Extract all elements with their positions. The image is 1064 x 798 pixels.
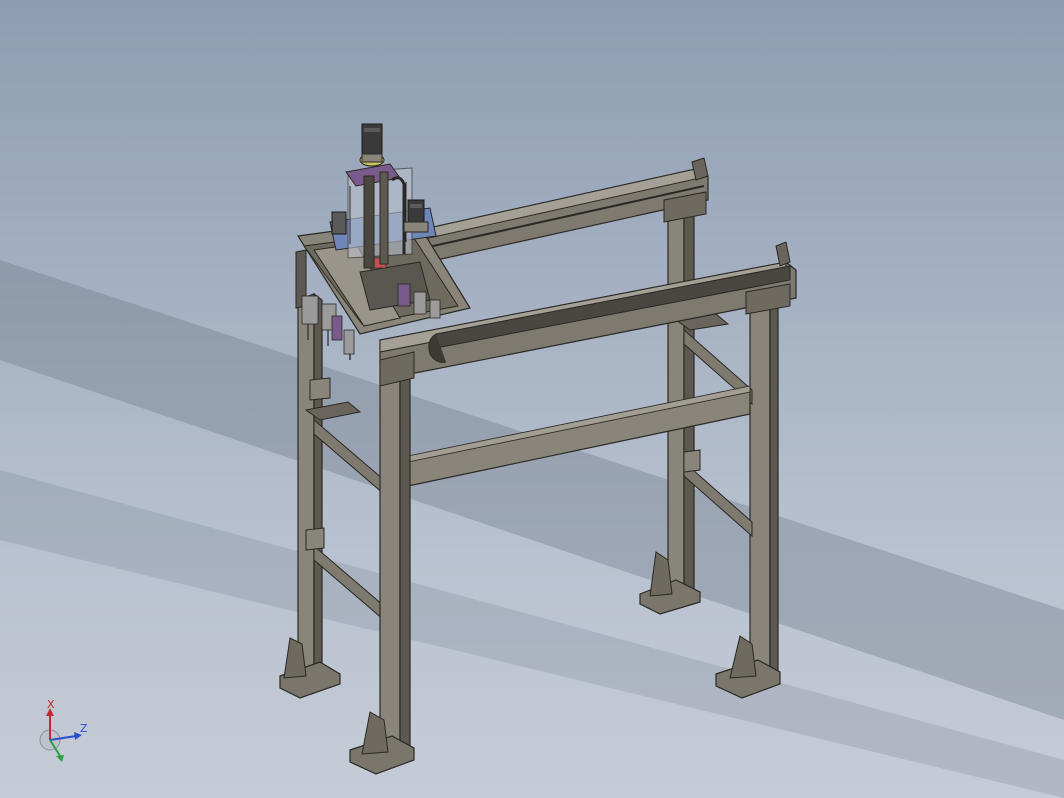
- front-right-leg: [715, 290, 781, 699]
- axis-triad: X Z: [39, 700, 88, 762]
- gantry-model[interactable]: [0, 0, 1064, 798]
- z-axis-label: Z: [80, 722, 88, 735]
- rear-left-leg: [279, 292, 341, 699]
- z-axis-servo-motor: [359, 123, 385, 167]
- x-axis-motor: [331, 211, 347, 235]
- x-axis-label: X: [47, 700, 55, 711]
- z-axis-column: [345, 163, 413, 269]
- cad-viewport[interactable]: X Z: [0, 0, 1064, 798]
- y-axis-servo-motor: [403, 199, 429, 233]
